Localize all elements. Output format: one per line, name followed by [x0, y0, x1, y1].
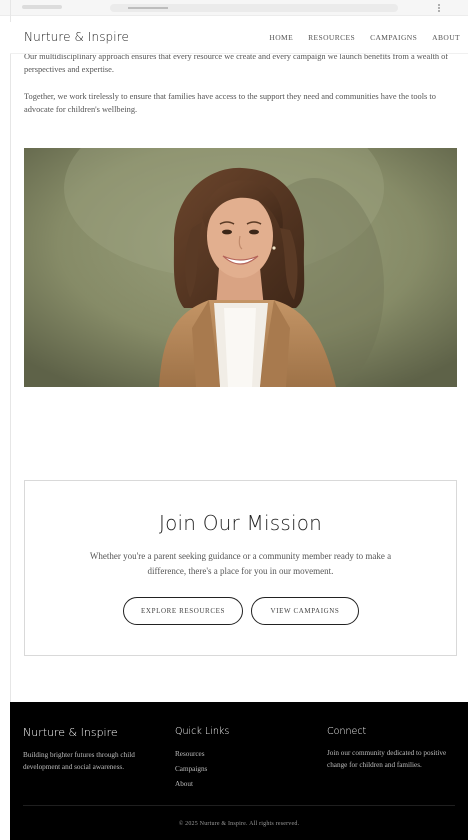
- footer-quick-links: Quick Links Resources Campaigns About: [175, 726, 295, 792]
- kebab-menu-icon[interactable]: [438, 4, 441, 12]
- footer-brand: Nurture & Inspire: [23, 726, 118, 739]
- page-left-border: [10, 0, 11, 702]
- address-bar-text: [128, 7, 168, 9]
- connect-title: Connect: [327, 726, 367, 737]
- hero-photo: [24, 148, 457, 387]
- view-campaigns-button[interactable]: VIEW CAMPAIGNS: [251, 597, 359, 625]
- footer-divider: [23, 805, 455, 806]
- footer-link-about[interactable]: About: [175, 777, 295, 792]
- browser-chrome: [0, 0, 468, 16]
- footer-link-resources[interactable]: Resources: [175, 747, 295, 762]
- nav-about[interactable]: ABOUT: [432, 33, 460, 42]
- copyright: © 2025 Nurture & Inspire. All rights res…: [178, 821, 300, 827]
- nav-campaigns[interactable]: CAMPAIGNS: [370, 33, 417, 42]
- mission-text: Whether you're a parent seeking guidance…: [89, 551, 392, 576]
- nav-resources[interactable]: RESOURCES: [308, 33, 355, 42]
- main-nav: HOME RESOURCES CAMPAIGNS ABOUT: [269, 33, 460, 42]
- footer-brand-text: Building brighter futures through child …: [23, 751, 135, 771]
- mission-title: Join Our Mission: [158, 511, 323, 535]
- site-footer: Nurture & Inspire Building brighter futu…: [10, 702, 468, 840]
- connect-text: Join our community dedicated to positive…: [327, 749, 447, 769]
- site-header: Nurture & Inspire HOME RESOURCES CAMPAIG…: [10, 22, 468, 54]
- intro-paragraph-2: Together, we work tirelessly to ensure t…: [24, 92, 436, 114]
- browser-tab[interactable]: [22, 5, 62, 9]
- footer-connect: Connect Join our community dedicated to …: [327, 726, 453, 771]
- explore-resources-button[interactable]: EXPLORE RESOURCES: [123, 597, 243, 625]
- page: Nurture & Inspire HOME RESOURCES CAMPAIG…: [0, 0, 468, 840]
- footer-link-campaigns[interactable]: Campaigns: [175, 762, 295, 777]
- quick-links-title: Quick Links: [175, 726, 230, 737]
- footer-brand-column: Nurture & Inspire Building brighter futu…: [23, 726, 163, 773]
- brand-logo[interactable]: Nurture & Inspire: [24, 30, 129, 44]
- portrait-photo-icon: [24, 148, 457, 387]
- nav-home[interactable]: HOME: [269, 33, 293, 42]
- mission-card: Join Our Mission Whether you're a parent…: [24, 480, 457, 656]
